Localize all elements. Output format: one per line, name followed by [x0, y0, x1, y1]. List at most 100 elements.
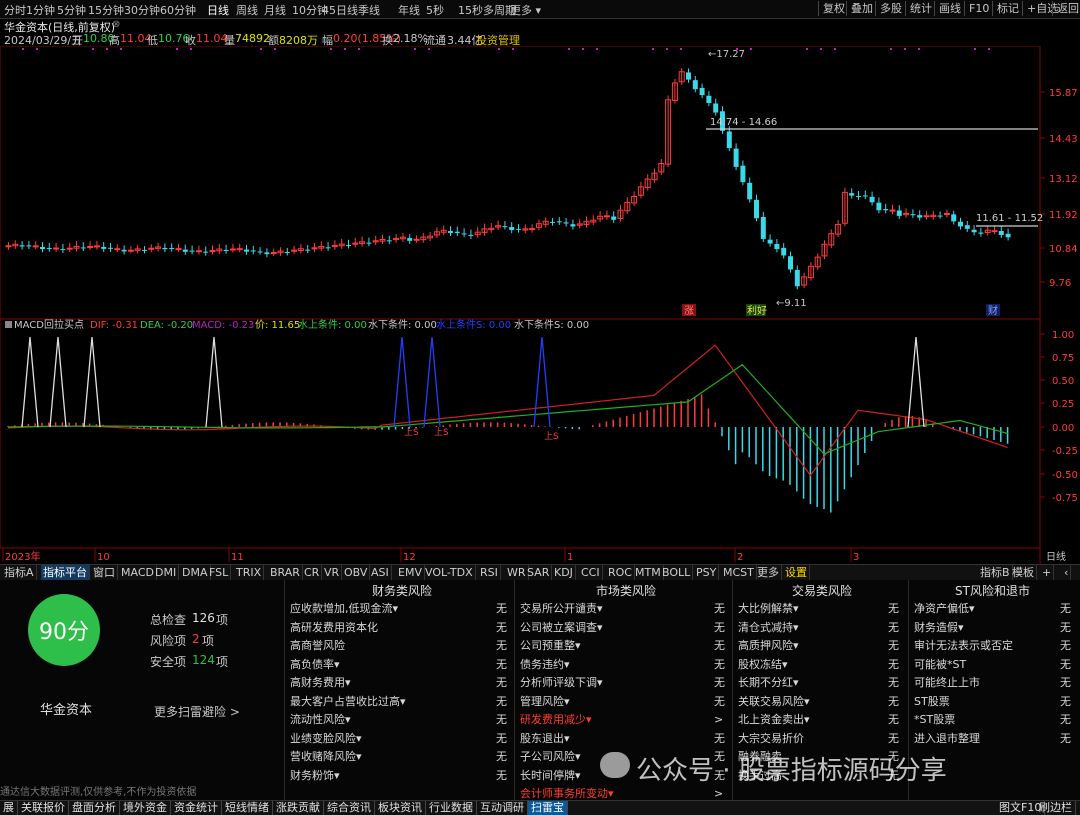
topbar-button-6[interactable]: 标记: [992, 1, 1023, 16]
risk-item[interactable]: 公司被立案调查▾: [520, 619, 603, 637]
toolstrip-item-13[interactable]: EMV: [396, 565, 425, 580]
risk-item[interactable]: 财务造假▾: [914, 619, 964, 637]
risk-item[interactable]: 股东退出▾: [520, 730, 570, 748]
risk-item[interactable]: 长期不分红▾: [738, 674, 799, 692]
period-10[interactable]: 45日线: [322, 2, 358, 18]
toolstrip-item-23[interactable]: PSY: [694, 565, 720, 580]
toolstrip-item-25[interactable]: 更多: [755, 565, 782, 580]
risk-item[interactable]: 高质押风险▾: [738, 637, 799, 655]
toolstrip-item-10[interactable]: VR: [322, 565, 343, 580]
bottom-tab-2[interactable]: 盘面分析: [69, 801, 120, 815]
risk-item[interactable]: 高负债率▾: [290, 656, 340, 674]
kline-chart[interactable]: 15.87 14.43 13.12 11.92 10.84 9.76 ←17.27 14.74…: [0, 46, 1080, 564]
risk-item[interactable]: 大比例解禁▾: [738, 600, 799, 618]
bottom-tab-4[interactable]: 资金统计: [171, 801, 222, 815]
bottom-tab-5[interactable]: 短线情绪: [222, 801, 273, 815]
topbar-button-3[interactable]: 统计: [905, 1, 936, 16]
bottom-tab-10[interactable]: 互动调研: [477, 801, 528, 815]
risk-item[interactable]: 流动性风险▾: [290, 711, 351, 729]
toolstrip-right-3[interactable]: ‹: [1062, 565, 1072, 580]
bottom-tab-3[interactable]: 境外资金: [120, 801, 171, 815]
toolstrip-item-15[interactable]: RSI: [478, 565, 501, 580]
risk-item[interactable]: 关联交易风险▾: [738, 693, 810, 711]
toolstrip-item-5[interactable]: DMA: [180, 565, 211, 580]
toolstrip-item-12[interactable]: ASI: [369, 565, 392, 580]
bottom-tab-0[interactable]: 展: [0, 801, 18, 815]
risk-item[interactable]: 公司预重整▾: [520, 637, 581, 655]
risk-item[interactable]: 管理风险▾: [520, 693, 570, 711]
bottom-tab-8[interactable]: 板块资讯: [375, 801, 426, 815]
risk-item[interactable]: 股权冻结▾: [738, 656, 788, 674]
risk-item[interactable]: 北上资金卖出▾: [738, 711, 810, 729]
risk-item[interactable]: 高商誉风险: [290, 637, 345, 655]
bottom-tab-11[interactable]: 扫雷宝: [528, 801, 568, 815]
toolstrip-item-0[interactable]: 指标A: [2, 565, 37, 580]
risk-item[interactable]: 进入退市整理: [914, 730, 980, 748]
toolstrip-item-14[interactable]: VOL-TDX: [423, 565, 476, 580]
period-12[interactable]: 年线: [398, 2, 420, 18]
toolstrip-item-11[interactable]: OBV: [342, 565, 371, 580]
period-6[interactable]: 日线: [207, 2, 229, 18]
period-13[interactable]: 5秒: [426, 2, 444, 18]
period-14[interactable]: 15秒: [458, 2, 483, 18]
risk-item[interactable]: 业绩变脸风险▾: [290, 730, 362, 748]
period-11[interactable]: 季线: [358, 2, 380, 18]
bottom-tab-6[interactable]: 涨跌贡献: [273, 801, 324, 815]
risk-item[interactable]: ST股票: [914, 693, 950, 711]
toolstrip-item-24[interactable]: MCST: [721, 565, 757, 580]
toolstrip-item-3[interactable]: MACD: [119, 565, 157, 580]
toolstrip-item-6[interactable]: FSL: [207, 565, 232, 580]
topbar-button-1[interactable]: 叠加: [846, 1, 877, 16]
risk-item[interactable]: 应收款增加,低现金流▾: [290, 600, 398, 618]
risk-item[interactable]: 净资产偏低▾: [914, 600, 975, 618]
risk-item[interactable]: 子公司风险▾: [520, 748, 581, 766]
topbar-button-5[interactable]: F10: [964, 1, 993, 16]
bottom-right-1[interactable]: 刷边栏: [1036, 801, 1076, 815]
risk-item[interactable]: 长时间停牌▾: [520, 767, 581, 785]
risk-item[interactable]: 高研发费用资本化: [290, 619, 378, 637]
settings-icon[interactable]: ⊗: [112, 19, 120, 30]
topbar-button-2[interactable]: 多股: [875, 1, 906, 16]
bottom-tab-9[interactable]: 行业数据: [426, 801, 477, 815]
risk-item[interactable]: 营收赌降风险▾: [290, 748, 362, 766]
toolstrip-item-9[interactable]: CR: [302, 565, 323, 580]
period-1[interactable]: 1分钟: [26, 2, 55, 18]
period-4[interactable]: 30分钟: [124, 2, 160, 18]
toolstrip-item-1[interactable]: 指标平台: [41, 565, 90, 580]
risk-item[interactable]: 审计无法表示或否定: [914, 637, 1013, 655]
toolstrip-item-26[interactable]: 设置: [783, 565, 810, 580]
period-8[interactable]: 月线: [264, 2, 286, 18]
period-5[interactable]: 60分钟: [160, 2, 196, 18]
bottom-tab-1[interactable]: 关联报价: [18, 801, 69, 815]
topbar-button-0[interactable]: 复权: [818, 1, 849, 16]
risk-item[interactable]: 财务粉饰▾: [290, 767, 340, 785]
toolstrip-item-4[interactable]: DMI: [153, 565, 180, 580]
bottom-tab-7[interactable]: 综合资讯: [324, 801, 375, 815]
topbar-button-4[interactable]: 画线: [934, 1, 965, 16]
toolstrip-right-0[interactable]: 指标B: [978, 565, 1013, 580]
more-scan-link[interactable]: 更多扫雷避险 >: [154, 703, 240, 720]
risk-item[interactable]: 大宗交易折价: [738, 730, 804, 748]
risk-item[interactable]: *ST股票: [914, 711, 955, 729]
risk-item[interactable]: 最大客户占营收比过高▾: [290, 693, 406, 711]
toolstrip-right-2[interactable]: +: [1040, 565, 1055, 580]
risk-item[interactable]: 交易所公开谴责▾: [520, 600, 603, 618]
period-3[interactable]: 15分钟: [88, 2, 124, 18]
toolstrip-right-1[interactable]: 模板: [1010, 565, 1037, 580]
toolstrip-item-7[interactable]: TRIX: [234, 565, 265, 580]
toolstrip-item-8[interactable]: BRAR: [268, 565, 303, 580]
period-16[interactable]: 更多 ▾: [510, 2, 541, 18]
toolstrip-item-20[interactable]: ROC: [606, 565, 635, 580]
period-2[interactable]: 5分钟: [57, 2, 86, 18]
toolstrip-item-18[interactable]: KDJ: [552, 565, 576, 580]
period-0[interactable]: 分时: [4, 2, 26, 18]
toolstrip-item-19[interactable]: CCI: [579, 565, 603, 580]
risk-item[interactable]: 可能被*ST: [914, 656, 966, 674]
risk-item[interactable]: 清仓式减持▾: [738, 619, 799, 637]
toolstrip-item-2[interactable]: 窗口: [91, 565, 118, 580]
risk-item[interactable]: 可能终止上市: [914, 674, 980, 692]
period-7[interactable]: 周线: [236, 2, 258, 18]
toolstrip-item-22[interactable]: BOLL: [660, 565, 694, 580]
risk-item[interactable]: 分析师评级下调▾: [520, 674, 603, 692]
risk-item[interactable]: 高财务费用▾: [290, 674, 351, 692]
